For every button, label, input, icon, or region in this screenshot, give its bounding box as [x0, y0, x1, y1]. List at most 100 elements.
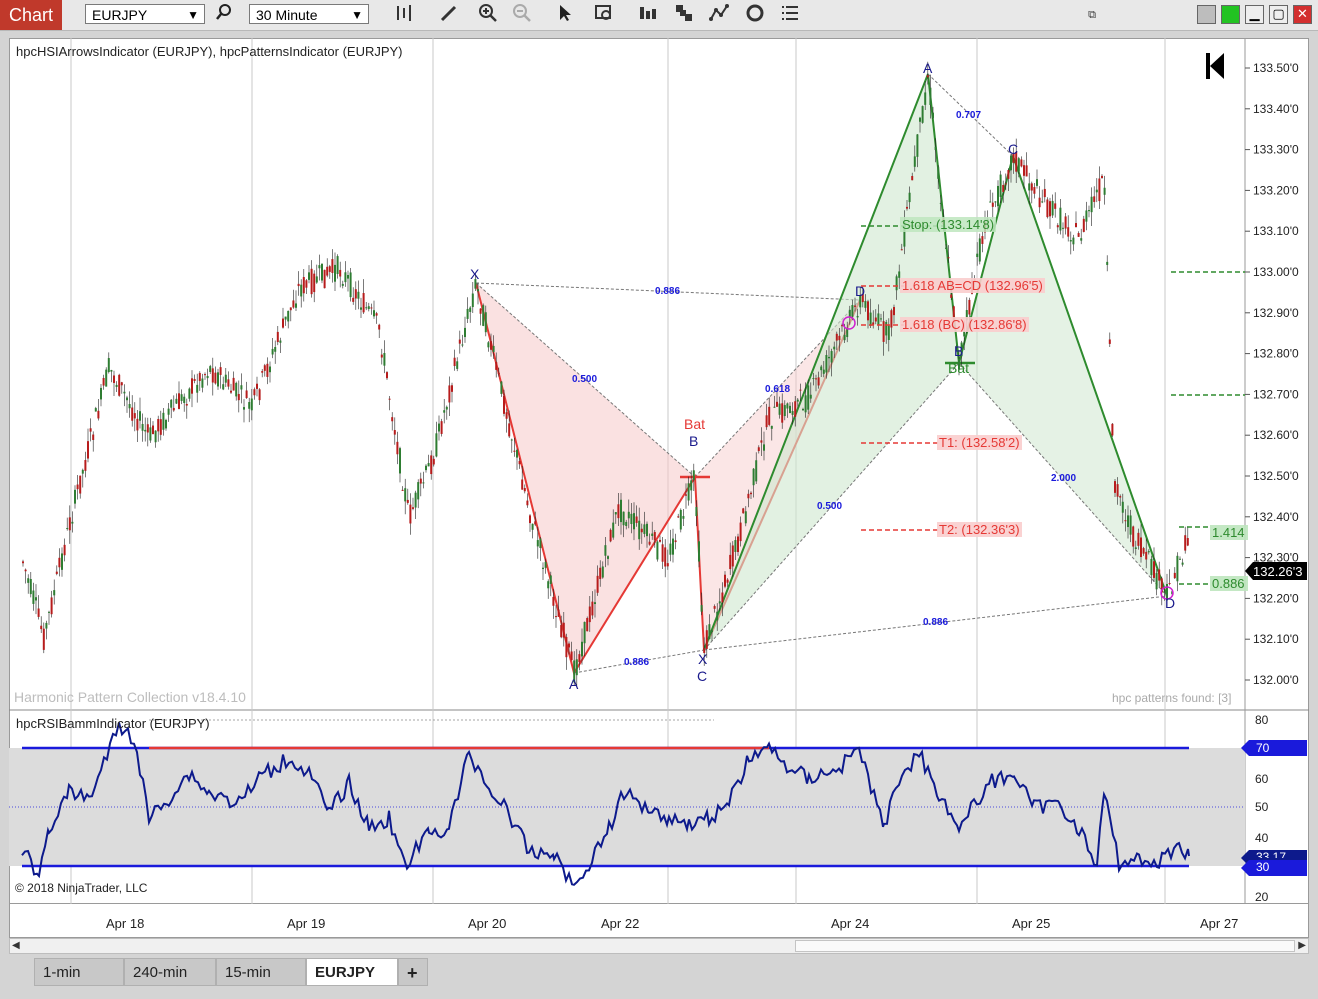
candle-body	[188, 388, 191, 399]
candle-body	[924, 92, 927, 105]
candle-body	[968, 299, 971, 315]
tab-15-min[interactable]: 15-min	[216, 958, 306, 986]
interval-select[interactable]: 30 Minute ▼	[249, 4, 369, 24]
candle-body	[1098, 178, 1101, 202]
indicator-icon[interactable]	[707, 3, 731, 27]
candle-body	[625, 521, 628, 526]
tab-240-min[interactable]: 240-min	[124, 958, 216, 986]
data-box-icon[interactable]	[592, 3, 616, 27]
candle-body	[648, 541, 651, 545]
candle-body	[622, 511, 625, 526]
candle-body	[820, 366, 823, 371]
scrollbar-thumb[interactable]	[795, 940, 1295, 952]
color-grey-button[interactable]	[1197, 5, 1216, 24]
scroll-left-icon[interactable]: ◀	[12, 940, 20, 951]
candle-body	[557, 609, 560, 617]
maximize-icon[interactable]: ▢	[1269, 5, 1288, 24]
price-tick-label: 133.30'0	[1253, 143, 1299, 157]
candle-body	[375, 313, 378, 316]
scroll-right-icon[interactable]: ▶	[1298, 940, 1306, 951]
candle-body	[321, 263, 323, 281]
candle-body	[607, 556, 609, 559]
candle-body	[1114, 481, 1116, 493]
candle-body	[913, 156, 916, 167]
candle-body	[581, 641, 583, 657]
layout-icon[interactable]	[636, 3, 660, 27]
date-label: Apr 20	[468, 916, 507, 931]
bars-icon[interactable]	[392, 3, 416, 27]
candle-body	[256, 383, 258, 389]
candle-body	[591, 601, 594, 616]
candle-body	[292, 300, 295, 308]
candle-body	[640, 528, 643, 533]
candle-body	[357, 291, 360, 299]
candle-body	[352, 297, 355, 302]
candle-body	[586, 618, 589, 632]
candle-body	[170, 399, 173, 408]
candle-body	[679, 509, 682, 530]
chart-tab[interactable]: Chart	[0, 0, 62, 30]
tab-1-min[interactable]: 1-min	[34, 958, 124, 986]
candle-body	[344, 272, 347, 283]
instrument-select[interactable]: EURJPY ▼	[85, 4, 205, 24]
tab-eurjpy[interactable]: EURJPY	[306, 958, 398, 986]
minimize-icon[interactable]: ▁	[1245, 5, 1264, 24]
candle-body	[412, 507, 414, 509]
candle-body	[510, 439, 513, 441]
rsi-tick-label: 50	[1255, 800, 1269, 814]
pencil-icon[interactable]	[437, 3, 461, 27]
price-tick-label: 132.00'0	[1253, 673, 1299, 687]
candle-body	[365, 307, 368, 309]
cursor-icon[interactable]	[553, 3, 577, 27]
properties-icon[interactable]	[778, 3, 802, 27]
chart-canvas[interactable]: 133.50'0 133.40'0 133.30'0 133.20'0 133.10'0…	[9, 38, 1309, 904]
p1-ratio-xb: 0.500	[572, 374, 598, 385]
candle-body	[656, 541, 659, 560]
candle-body	[822, 369, 825, 374]
zoom-out-icon[interactable]	[510, 3, 534, 27]
candle-body	[339, 269, 342, 277]
candle-body	[492, 345, 495, 352]
rsi-tick-label: 20	[1255, 890, 1269, 904]
candle-body	[141, 423, 144, 431]
watermark: Harmonic Pattern Collection v18.4.10	[14, 689, 246, 705]
strategy-icon[interactable]	[672, 3, 696, 27]
toolbar: Chart EURJPY ▼ 30 Minute ▼ ⧉ ▁ ▢ ✕	[0, 0, 1318, 31]
candle-body	[393, 430, 396, 435]
candle-body	[1033, 187, 1036, 194]
zoom-in-icon[interactable]	[476, 3, 500, 27]
price-tick-label: 132.70'0	[1253, 387, 1299, 401]
search-icon[interactable]	[212, 3, 236, 27]
candle-body	[828, 356, 830, 359]
candle-body	[430, 455, 433, 475]
window-link-icon[interactable]: ⧉	[1080, 3, 1104, 27]
candle-body	[1142, 548, 1145, 554]
candle-body	[560, 625, 563, 638]
candle-body	[1054, 203, 1057, 209]
horizontal-scrollbar[interactable]: ◀ ▶	[9, 938, 1309, 954]
add-tab-button[interactable]: +	[398, 958, 428, 986]
candle-body	[113, 375, 115, 383]
candle-body	[614, 512, 617, 515]
candle-body	[1176, 555, 1179, 582]
candle-body	[427, 463, 430, 467]
candle-body	[1124, 520, 1127, 522]
candle-body	[354, 289, 357, 299]
candle-body	[1010, 155, 1012, 171]
candle-body	[945, 247, 947, 249]
candle-body	[131, 407, 134, 421]
candle-body	[856, 315, 859, 318]
candle-body	[282, 318, 284, 328]
reload-icon[interactable]	[743, 3, 767, 27]
candle-body	[477, 289, 479, 292]
candle-body	[61, 553, 63, 570]
candle-body	[508, 423, 511, 437]
candle-body	[885, 321, 888, 336]
candle-body	[27, 578, 30, 583]
close-icon[interactable]: ✕	[1293, 5, 1312, 24]
candle-body	[921, 106, 924, 123]
candle-body	[1036, 179, 1038, 186]
candle-body	[937, 166, 940, 179]
color-green-button[interactable]	[1221, 5, 1240, 24]
candle-body	[219, 367, 222, 375]
